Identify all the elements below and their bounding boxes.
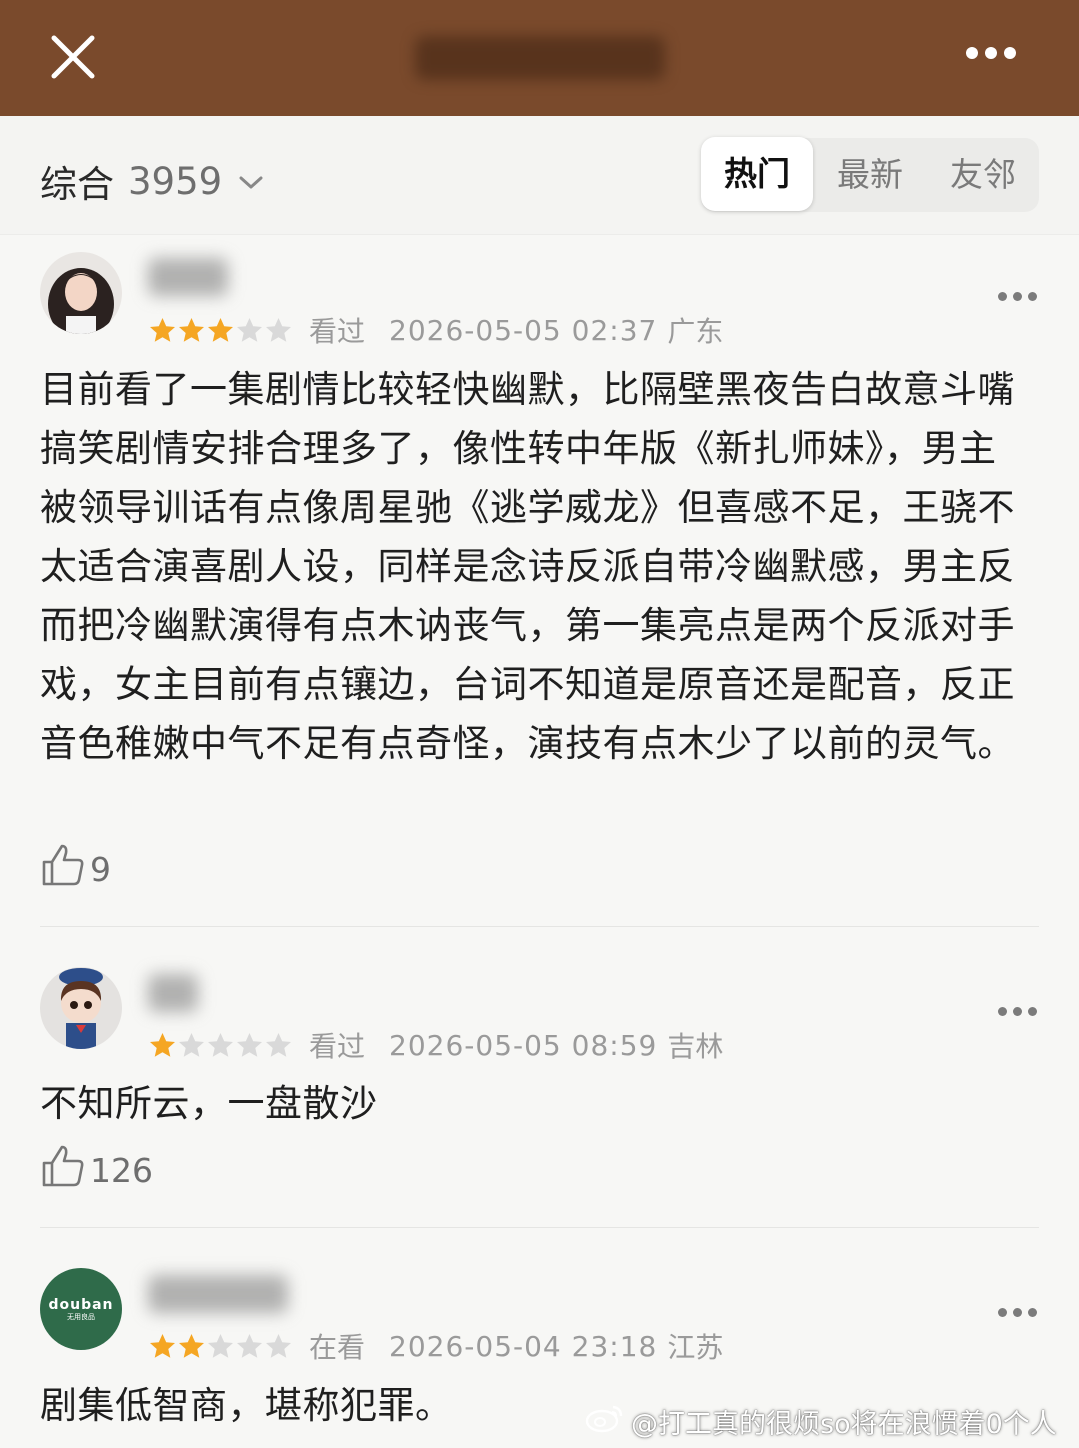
divider: [40, 926, 1039, 927]
avatar[interactable]: [40, 252, 122, 334]
avatar[interactable]: [40, 967, 122, 1049]
star-filled-icon: [208, 317, 233, 342]
review-count: 3959: [128, 159, 223, 203]
star-filled-icon: [179, 1333, 204, 1358]
close-icon[interactable]: [48, 32, 98, 82]
more-horizontal-icon[interactable]: [966, 44, 1032, 68]
star-empty-icon: [179, 1032, 204, 1057]
timestamp: 2026-05-05 02:37: [389, 313, 658, 347]
divider: [40, 1227, 1039, 1228]
thumbs-up-icon: [40, 1143, 90, 1197]
tab-friends[interactable]: 友邻: [927, 138, 1039, 212]
watch-status: 看过: [309, 1030, 366, 1063]
like-button[interactable]: 9: [40, 842, 111, 896]
timestamp: 2026-05-04 23:18: [389, 1329, 658, 1363]
like-count: 126: [90, 1150, 153, 1190]
more-horizontal-icon[interactable]: [998, 1001, 1048, 1016]
tab-latest[interactable]: 最新: [814, 138, 926, 212]
rating-stars: [148, 316, 293, 345]
tab-hot[interactable]: 热门: [701, 137, 813, 211]
review-text: 目前看了一集剧情比较轻快幽默，比隔壁黑夜告白故意斗嘴搞笑剧情安排合理多了，像性转…: [40, 368, 1015, 765]
star-filled-icon: [150, 1032, 175, 1057]
sort-label: 综合: [40, 163, 114, 206]
more-horizontal-icon[interactable]: [998, 1302, 1048, 1317]
star-empty-icon: [266, 317, 291, 342]
username-blurred[interactable]: [148, 1275, 288, 1313]
watermark: @打工真的很烦so将在浪惯着0个人: [585, 1402, 1057, 1441]
thumbs-up-icon: [40, 842, 90, 896]
star-empty-icon: [208, 1333, 233, 1358]
sort-tabs: 热门 最新 友邻: [701, 137, 1039, 212]
username-blurred[interactable]: [148, 974, 198, 1012]
review-meta: 看过 2026-05-05 02:37 广东: [148, 310, 723, 350]
rating-stars: [148, 1031, 293, 1060]
sort-dropdown[interactable]: 综合 3959: [40, 154, 264, 208]
star-empty-icon: [266, 1333, 291, 1358]
more-horizontal-icon[interactable]: [998, 286, 1048, 301]
weibo-icon: [585, 1403, 625, 1440]
filter-bar: 综合 3959 热门 最新 友邻: [0, 116, 1079, 235]
star-filled-icon: [150, 1333, 175, 1358]
star-filled-icon: [150, 317, 175, 342]
star-empty-icon: [237, 1333, 262, 1358]
star-empty-icon: [237, 317, 262, 342]
review-text: 不知所云，一盘散沙: [40, 1082, 378, 1125]
rating-stars: [148, 1332, 293, 1361]
review-meta: 在看 2026-05-04 23:18 江苏: [148, 1326, 723, 1366]
blurred-title: [415, 36, 665, 80]
like-count: 9: [90, 849, 111, 889]
like-button[interactable]: 126: [40, 1143, 153, 1197]
watch-status: 在看: [309, 1331, 366, 1364]
star-empty-icon: [237, 1032, 262, 1057]
avatar-text: douban: [48, 1296, 114, 1313]
avatar[interactable]: douban 无用良品: [40, 1268, 122, 1350]
chevron-down-icon: [238, 157, 264, 200]
watermark-text: @打工真的很烦so将在浪惯着0个人: [631, 1409, 1057, 1440]
star-empty-icon: [266, 1032, 291, 1057]
star-empty-icon: [208, 1032, 233, 1057]
star-filled-icon: [179, 317, 204, 342]
review-meta: 看过 2026-05-05 08:59 吉林: [148, 1025, 723, 1065]
location: 江苏: [667, 1331, 724, 1364]
location: 广东: [667, 315, 724, 348]
timestamp: 2026-05-05 08:59: [389, 1028, 658, 1062]
top-bar: [0, 0, 1079, 116]
watch-status: 看过: [309, 315, 366, 348]
location: 吉林: [667, 1030, 724, 1063]
avatar-subtext: 无用良品: [67, 1312, 95, 1321]
username-blurred[interactable]: [148, 258, 228, 296]
